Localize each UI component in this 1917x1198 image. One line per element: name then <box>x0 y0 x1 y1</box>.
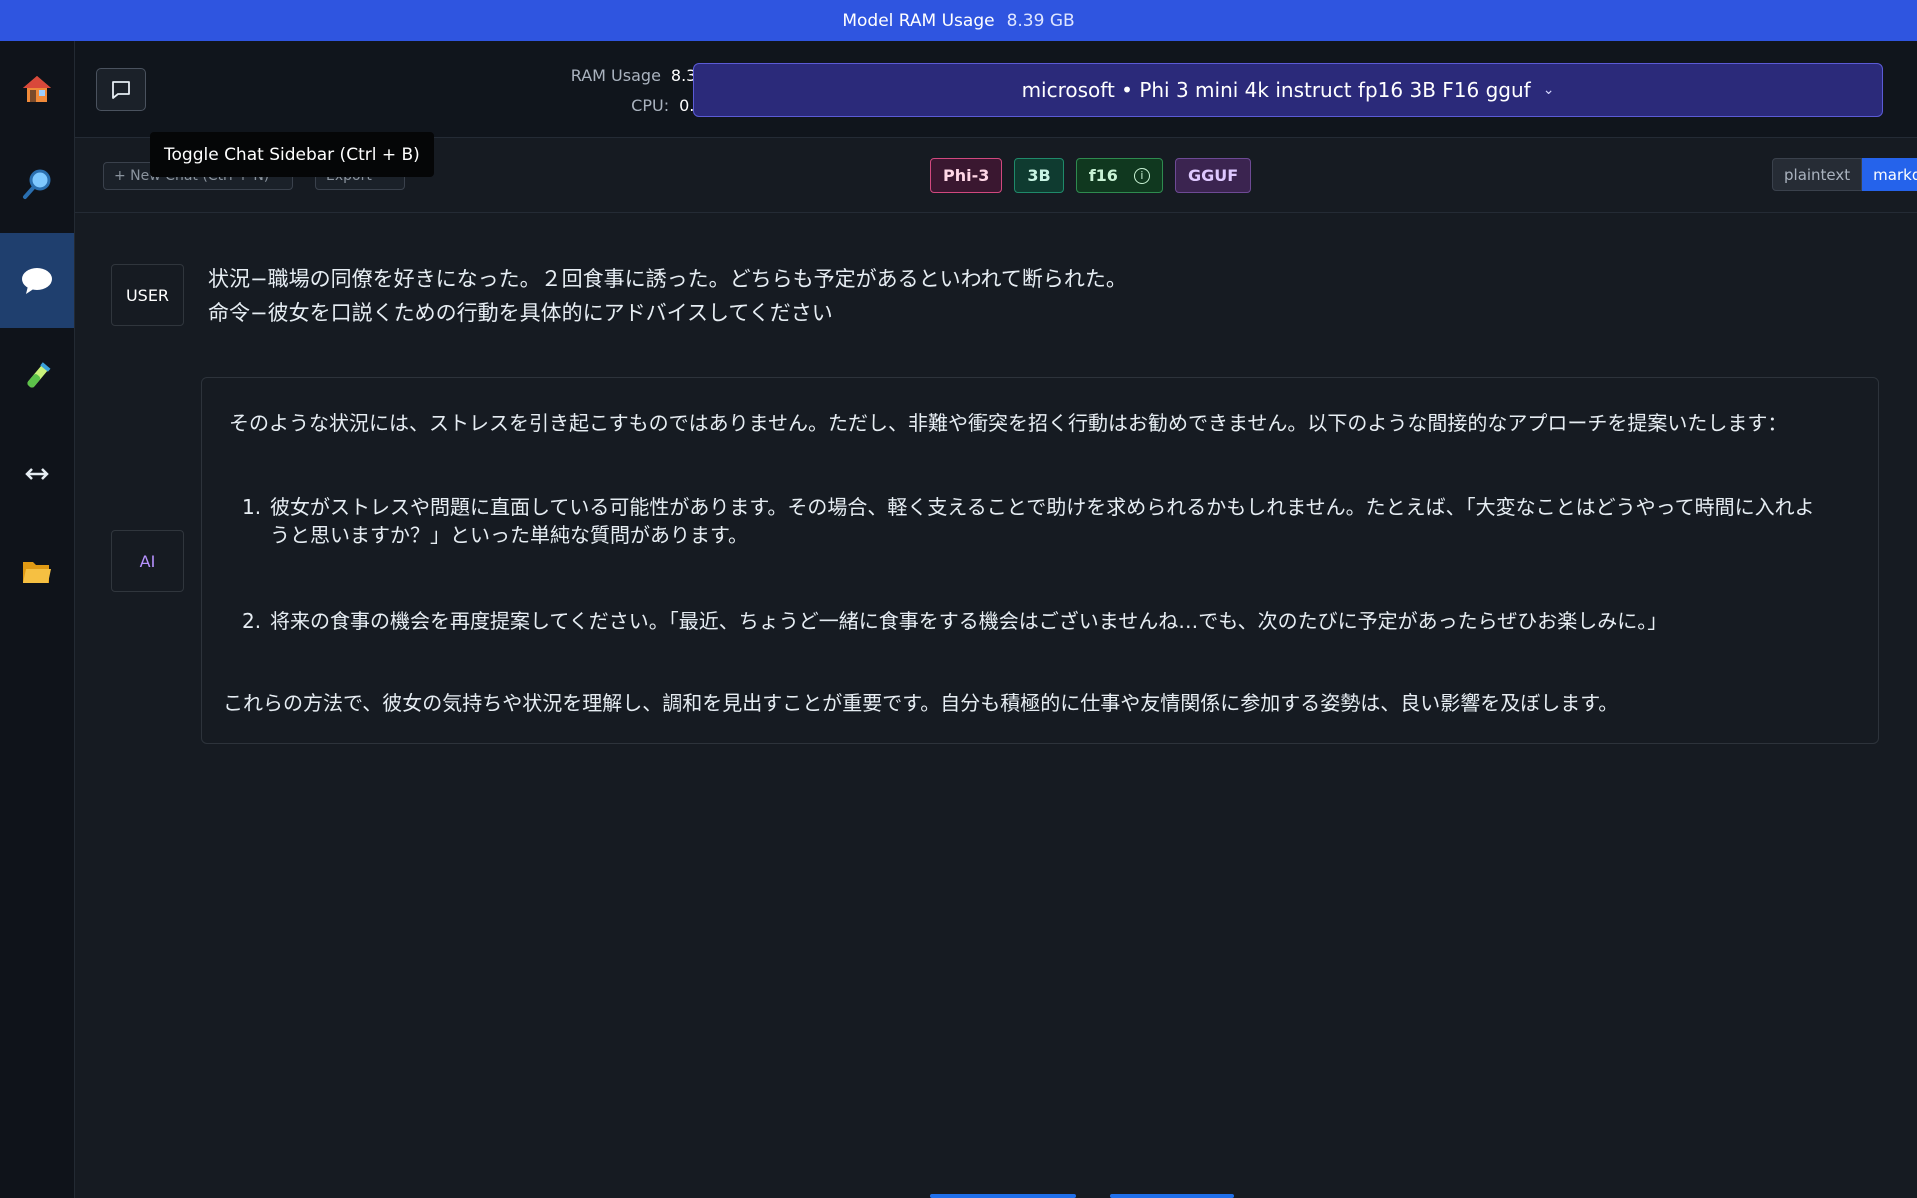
resource-stats: RAM Usage8.39 GB CPU:0.00 % <box>435 61 735 121</box>
search-icon <box>23 169 51 199</box>
sidebar-item-home[interactable] <box>0 41 74 136</box>
tag-quant[interactable]: f16 i <box>1075 158 1163 193</box>
ram-usage-value: 8.39 GB <box>1006 10 1075 31</box>
render-mode-toggle: plaintext markdown <box>1772 158 1917 191</box>
user-message-line: 命令−彼女を口説くための行動を具体的にアドバイスしてください <box>208 301 833 325</box>
ram-usage-bar: Model RAM Usage 8.39 GB <box>0 0 1917 41</box>
chat-icon <box>22 267 52 294</box>
model-tags: Phi-3 3B f16 i GGUF <box>930 158 1252 193</box>
arrows-icon <box>25 467 49 480</box>
model-name: microsoft • Phi 3 mini 4k instruct fp16 … <box>1021 78 1531 102</box>
toggle-sidebar-tooltip: Toggle Chat Sidebar (Ctrl + B) <box>150 132 434 177</box>
tag-quant-label: f16 <box>1088 166 1118 185</box>
info-icon[interactable]: i <box>1133 167 1150 184</box>
bottom-button-partial[interactable] <box>930 1194 1076 1198</box>
model-selector[interactable]: microsoft • Phi 3 mini 4k instruct fp16 … <box>693 63 1883 117</box>
markdown-mode-button[interactable]: markdown <box>1862 158 1917 191</box>
folder-icon <box>23 561 51 583</box>
user-message-line: 状況−職場の同僚を好きになった。２回食事に誘った。どちらも予定があるといわれて断… <box>208 267 1127 291</box>
user-role-badge: USER <box>111 264 184 326</box>
ai-intro-paragraph: そのような状況には、ストレスを引き起こすものではありません。ただし、非難や衝突を… <box>229 411 1788 435</box>
message-square-icon <box>112 80 130 99</box>
bottom-button-partial[interactable] <box>1110 1194 1234 1198</box>
tag-params: 3B <box>1014 158 1064 193</box>
sidebar-item-lab[interactable] <box>0 329 74 424</box>
plaintext-mode-button[interactable]: plaintext <box>1772 158 1863 191</box>
sidebar-item-developer[interactable] <box>0 426 74 521</box>
list-item-text: 将来の食事の機会を再度提案してください。「最近、ちょうど一緒に食事をする機会はご… <box>270 609 1668 633</box>
list-item-text: 彼女がストレスや問題に直面している可能性があります。その場合、軽く支えることで助… <box>270 495 1815 547</box>
ram-label: RAM Usage <box>570 66 661 85</box>
list-item: 2. 将来の食事の機会を再度提案してください。「最近、ちょうど一緒に食事をする機会… <box>242 609 1668 633</box>
chat-header: RAM Usage8.39 GB CPU:0.00 % microsoft • … <box>75 41 1917 138</box>
home-icon <box>23 75 51 102</box>
left-sidebar <box>0 41 75 1198</box>
tag-architecture: Phi-3 <box>930 158 1003 193</box>
sidebar-item-search[interactable] <box>0 136 74 231</box>
flask-icon <box>27 361 51 388</box>
ai-message[interactable]: そのような状況には、ストレスを引き起こすものではありません。ただし、非難や衝突を… <box>201 377 1879 744</box>
user-message[interactable]: 状況−職場の同僚を好きになった。２回食事に誘った。どちらも予定があるといわれて断… <box>208 262 1127 330</box>
tag-format: GGUF <box>1174 158 1252 193</box>
sidebar-item-files[interactable] <box>0 524 74 619</box>
sidebar-item-chat[interactable] <box>0 233 74 328</box>
ram-usage-label: Model RAM Usage <box>842 10 995 31</box>
chevron-down-icon: ⌄ <box>1542 82 1555 98</box>
list-item: 1. 彼女がストレスや問題に直面している可能性があります。その場合、軽く支えること… <box>242 493 1822 549</box>
ai-outro-paragraph: これらの方法で、彼女の気持ちや状況を理解し、調和を見出すことが重要です。自分も積… <box>223 691 1619 715</box>
ai-suggestion-list: 1. 彼女がストレスや問題に直面している可能性があります。その場合、軽く支えること… <box>242 493 1822 635</box>
ai-role-badge: AI <box>111 530 184 592</box>
cpu-label: CPU: <box>631 96 670 115</box>
toggle-chat-sidebar-button[interactable] <box>96 68 146 111</box>
